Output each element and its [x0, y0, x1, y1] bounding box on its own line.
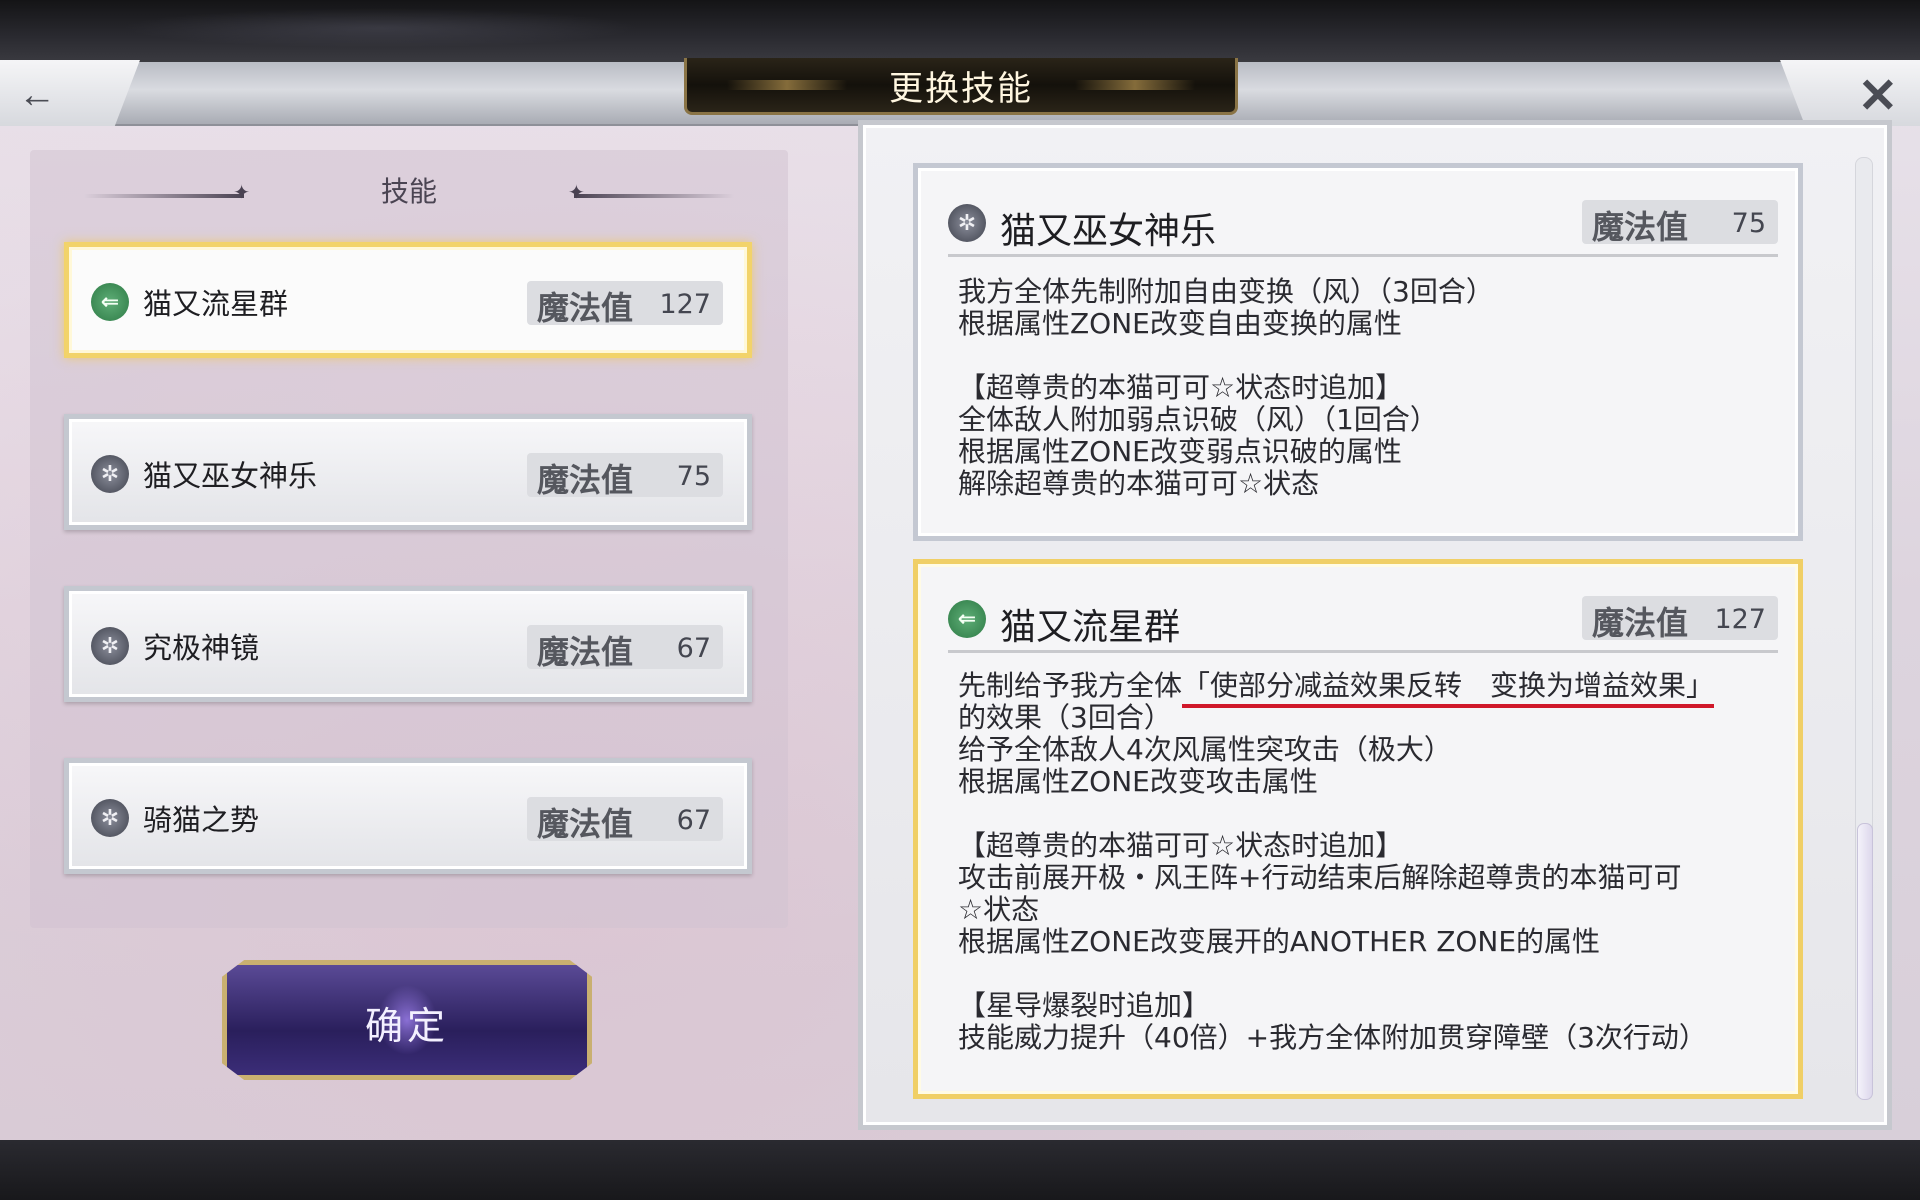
description-spacer	[958, 340, 1778, 372]
mp-cost-badge: 魔法值 67	[527, 625, 723, 671]
description-line: 攻击前展开极・风王阵+行动结束后解除超尊贵的本猫可可	[958, 861, 1682, 894]
back-arrow-icon: ←	[18, 74, 56, 116]
confirm-button[interactable]: 确定	[222, 960, 592, 1080]
mp-label: 魔法值	[1592, 604, 1689, 642]
mp-value: 67	[676, 633, 711, 664]
description-line: 全体敌人附加弱点识破（风）（1回合）	[958, 403, 1438, 436]
mp-cost-badge: 魔法值 127	[527, 281, 723, 327]
star-element-icon	[948, 204, 986, 242]
highlighted-effect-text: 「使部分减益效果反转 变换为增益效果」	[1182, 669, 1715, 708]
star-element-icon	[91, 799, 129, 837]
skill-list-item-1[interactable]: 猫又流星群 魔法值 127	[64, 242, 752, 358]
top-decorative-strip	[0, 0, 1920, 62]
description-spacer	[958, 798, 1778, 830]
skill-name: 猫又巫女神乐	[143, 459, 318, 493]
star-element-icon	[91, 455, 129, 493]
skill-detail-card-1: 猫又巫女神乐 魔法值 75 我方全体先制附加自由变换（风）（3回合） 根据属性Z…	[913, 163, 1803, 541]
description-line: 根据属性ZONE改变自由变换的属性	[958, 307, 1402, 340]
mp-label: 魔法值	[1592, 208, 1689, 246]
skill-list-item-4[interactable]: 骑猫之势 魔法值 67	[64, 758, 752, 874]
scrollbar-thumb[interactable]	[1857, 823, 1873, 1100]
mp-value: 67	[676, 805, 711, 836]
description-line: 技能威力提升（40倍）+我方全体附加贯穿障壁（3次行动）	[958, 1021, 1707, 1054]
description-text: 先制给予我方全体	[958, 669, 1183, 702]
skill-description: 先制给予我方全体「使部分减益效果反转 变换为增益效果」 的效果（3回合） 给予全…	[958, 669, 1778, 1054]
detail-skill-name: 猫又流星群	[1000, 607, 1181, 648]
wind-element-icon	[91, 283, 129, 321]
description-spacer	[958, 958, 1778, 990]
detail-header: 猫又巫女神乐 魔法值 75	[948, 198, 1778, 257]
star-element-icon	[91, 627, 129, 665]
bottom-decorative-strip	[0, 1140, 1920, 1200]
skill-description: 我方全体先制附加自由变换（风）（3回合） 根据属性ZONE改变自由变换的属性 【…	[958, 276, 1778, 500]
skill-detail-panel[interactable]: 猫又巫女神乐 魔法值 75 我方全体先制附加自由变换（风）（3回合） 根据属性Z…	[858, 120, 1892, 1130]
page-title: 更换技能	[889, 68, 1033, 109]
description-line: 【超尊贵的本猫可可☆状态时追加】	[958, 371, 1404, 404]
mp-value: 75	[676, 461, 711, 492]
mp-label: 魔法值	[537, 805, 634, 843]
description-line: ☆状态	[958, 893, 1040, 926]
skill-list-panel: 技能 猫又流星群 魔法值 127 猫又巫女神乐 魔法值 75 究极神镜 魔法值 …	[30, 150, 788, 928]
description-line: 给予全体敌人4次风属性突攻击（极大）	[958, 733, 1452, 766]
skill-name: 骑猫之势	[143, 803, 260, 837]
mp-value: 75	[1731, 208, 1766, 239]
mp-value: 127	[1714, 604, 1766, 635]
description-line: 【超尊贵的本猫可可☆状态时追加】	[958, 829, 1404, 862]
skill-list-heading: 技能	[380, 175, 437, 208]
skill-list-item-2[interactable]: 猫又巫女神乐 魔法值 75	[64, 414, 752, 530]
mp-label: 魔法值	[537, 289, 634, 327]
mp-cost-badge: 魔法值 75	[1582, 200, 1778, 246]
mp-cost-badge: 魔法值 67	[527, 797, 723, 843]
description-line: 解除超尊贵的本猫可可☆状态	[958, 467, 1320, 500]
description-line: 根据属性ZONE改变弱点识破的属性	[958, 435, 1402, 468]
close-icon: ✕	[1857, 70, 1898, 123]
title-plate: 更换技能	[684, 58, 1238, 115]
description-line: 根据属性ZONE改变攻击属性	[958, 765, 1318, 798]
skill-list-item-3[interactable]: 究极神镜 魔法值 67	[64, 586, 752, 702]
detail-skill-name: 猫又巫女神乐	[1000, 211, 1217, 252]
heading-ornament-right	[574, 194, 734, 198]
confirm-label: 确定	[364, 1006, 449, 1048]
wind-element-icon	[948, 600, 986, 638]
mp-cost-badge: 魔法值 75	[527, 453, 723, 499]
description-line: 【星导爆裂时追加】	[958, 989, 1211, 1022]
mp-label: 魔法值	[537, 461, 634, 499]
mp-value: 127	[659, 289, 711, 320]
skill-detail-card-2: 猫又流星群 魔法值 127 先制给予我方全体「使部分减益效果反转 变换为增益效果…	[913, 559, 1803, 1099]
skill-name: 究极神镜	[143, 631, 260, 665]
detail-scrollbar[interactable]	[1855, 157, 1873, 1100]
mp-cost-badge: 魔法值 127	[1582, 596, 1778, 642]
mp-label: 魔法值	[537, 633, 634, 671]
description-line: 先制给予我方全体「使部分减益效果反转 变换为增益效果」	[958, 669, 1778, 708]
description-line: 我方全体先制附加自由变换（风）（3回合）	[958, 275, 1494, 308]
skill-name: 猫又流星群	[143, 287, 289, 321]
detail-header: 猫又流星群 魔法值 127	[948, 594, 1778, 653]
description-line: 根据属性ZONE改变展开的ANOTHER ZONE的属性	[958, 925, 1601, 958]
